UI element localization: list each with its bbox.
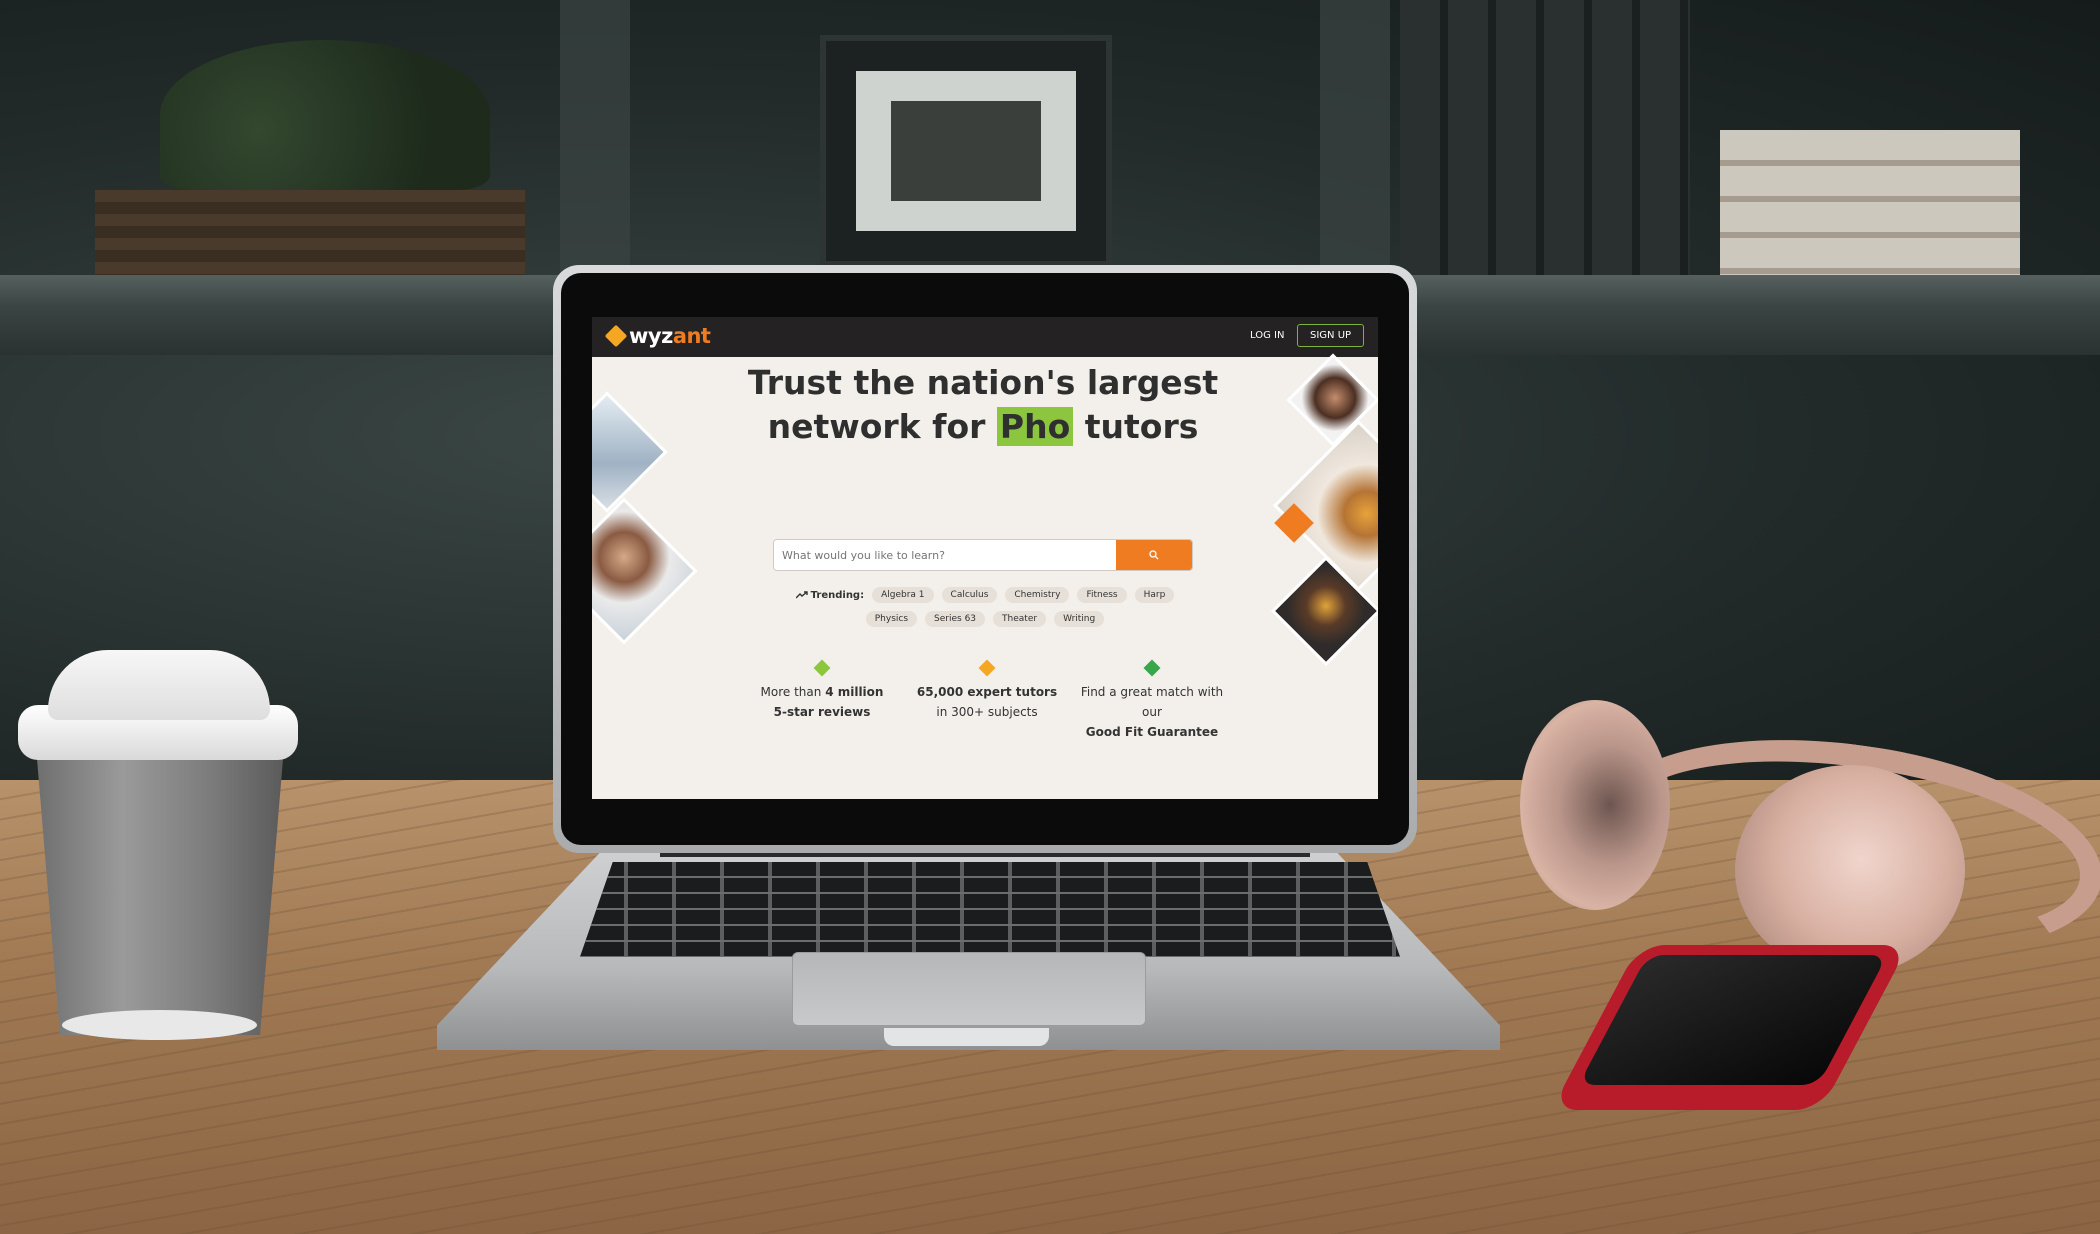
trending-label: Trending:: [795, 590, 864, 601]
hero-line-2: network for Pho tutors: [767, 407, 1199, 446]
trending-chip[interactable]: Writing: [1054, 611, 1105, 627]
trending-chip[interactable]: Theater: [993, 611, 1047, 627]
top-nav: wyzant LOG IN SIGN UP: [592, 317, 1378, 357]
search-button[interactable]: [1116, 540, 1192, 570]
smartphone-screen: [1578, 955, 1888, 1085]
hero-highlight: Pho: [996, 407, 1074, 446]
laptop-keyboard-rows: [580, 862, 1400, 957]
background-books: [1400, 0, 1690, 280]
background-plant: [160, 40, 490, 190]
logo-diamond-icon: [604, 324, 628, 348]
search-icon: [1149, 550, 1159, 560]
hero-line-1: Trust the nation's largest: [747, 363, 1219, 402]
signup-button[interactable]: SIGN UP: [1297, 324, 1365, 347]
coffee-cup-lid-top: [48, 650, 270, 720]
trending-chip[interactable]: Harp: [1134, 587, 1175, 603]
stat-tutors: 65,000 expert tutors in 300+ subjects: [907, 659, 1067, 742]
search-bar: [773, 539, 1193, 571]
trending-chip[interactable]: Series 63: [925, 611, 986, 627]
stat-reviews: More than 4 million 5-star reviews: [742, 659, 902, 742]
laptop-trackpad: [792, 952, 1146, 1026]
hero-headline: Trust the nation's largest network for P…: [732, 361, 1234, 449]
logo-text: wyzant: [629, 324, 711, 348]
wyzant-logo[interactable]: wyzant: [604, 323, 711, 349]
background-book-stack: [1720, 130, 2020, 285]
laptop-notch: [884, 1028, 1049, 1046]
trending-row-1: Trending: Algebra 1 Calculus Chemistry F…: [592, 587, 1378, 603]
headphones-earcup: [1735, 765, 1965, 975]
trending-chip[interactable]: Physics: [865, 611, 918, 627]
stats-row: More than 4 million 5-star reviews 65,00…: [742, 659, 1232, 742]
stat-guarantee: Find a great match with our Good Fit Gua…: [1072, 659, 1232, 742]
trending-arrow-icon: [795, 591, 808, 599]
coffee-cup: [35, 735, 285, 1035]
background-planter: [95, 190, 525, 275]
laptop-screen: wyzant LOG IN SIGN UP Trust the nation's…: [592, 317, 1378, 799]
tutor-photo: [592, 391, 668, 513]
search-input[interactable]: [774, 540, 1116, 570]
headphones-earcup: [1520, 700, 1670, 910]
trending-chip[interactable]: Algebra 1: [872, 587, 934, 603]
trending-chip[interactable]: Calculus: [941, 587, 998, 603]
green-diamond-icon: [1143, 659, 1161, 677]
coffee-cup-base: [62, 1010, 257, 1040]
trending-row-2: Physics Series 63 Theater Writing: [592, 611, 1378, 627]
trending-chip[interactable]: Chemistry: [1005, 587, 1070, 603]
green-diamond-icon: [813, 659, 831, 677]
background-picture-frame: [820, 35, 1112, 267]
orange-diamond-icon: [978, 659, 996, 677]
login-link[interactable]: LOG IN: [1250, 330, 1284, 341]
trending-chip[interactable]: Fitness: [1077, 587, 1127, 603]
